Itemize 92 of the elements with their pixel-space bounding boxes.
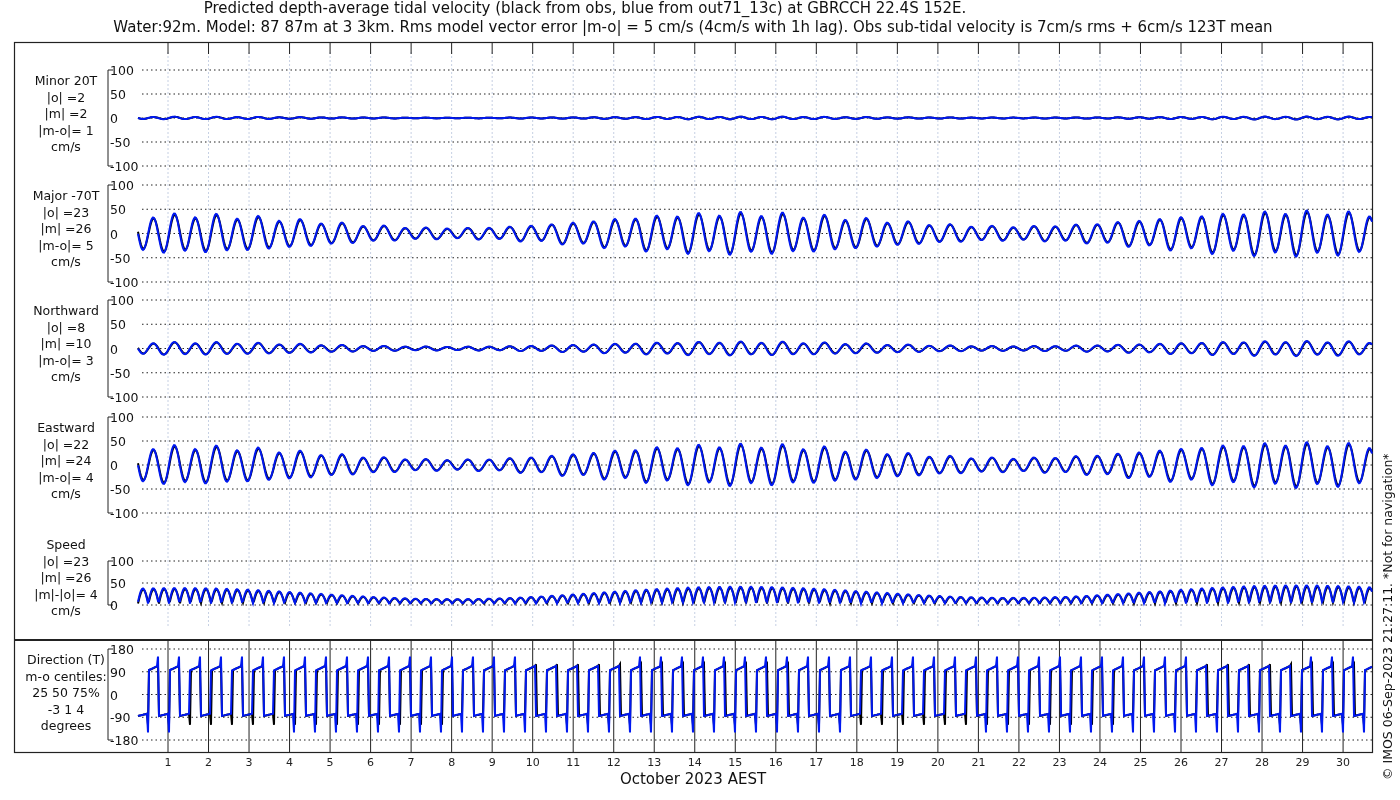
day-label: 14 [687, 756, 702, 769]
panel-label: |o| =22 [42, 436, 90, 452]
panel-label: |o| =23 [42, 204, 90, 220]
panel-label: |m| =10 [40, 336, 92, 351]
panel-label: Northward [33, 303, 99, 318]
panel-label: |m| =26 [40, 570, 92, 585]
panel-label: Minor 20T [34, 73, 98, 88]
day-label: 2 [205, 756, 212, 769]
y-tick-label: 50 [110, 202, 126, 218]
y-tick-label: 100 [110, 63, 134, 78]
y-tick-label: 50 [110, 317, 126, 333]
y-tick-label: -50 [110, 482, 131, 497]
copyright-note: © IMOS 06-Sep-2023 21:27:11. *Not for navigation* [1380, 453, 1395, 780]
panel-label: |o| =23 [42, 553, 90, 569]
chart-title: Water:92m. Model: 87 87m at 3 3km. Rms model vector error |m-o| = 5 cm/s (4cm/s with 1h lag). Obs sub-tidal velocity is 7cm/s rms + 6cm/s 123T mean [113, 18, 1273, 36]
y-tick-label: 100 [110, 410, 134, 425]
y-tick-label: 0 [110, 687, 118, 703]
panel-label: |m| =26 [40, 221, 92, 236]
y-tick-label: -100 [110, 159, 139, 174]
day-label: 17 [809, 756, 824, 769]
y-tick-label: 0 [110, 458, 118, 473]
panel-label: Eastward [37, 420, 95, 435]
y-tick-label: 50 [110, 87, 126, 102]
day-label: 20 [930, 756, 945, 769]
chart-title: Predicted depth-average tidal velocity (black from obs, blue from out71_13c) at GBRCCH 22.4S 152E. [203, 0, 967, 17]
day-label: 27 [1214, 756, 1229, 769]
y-tick-label: 180 [110, 642, 134, 657]
y-tick-label: -100 [110, 275, 139, 290]
axis-title: October 2023 AEST [619, 770, 767, 788]
y-tick-label: 100 [110, 178, 134, 193]
day-label: 6 [367, 756, 375, 769]
y-tick-label: 50 [110, 576, 126, 591]
panel-label: |m| =2 [44, 106, 88, 121]
day-label: 12 [606, 756, 621, 769]
day-label: 5 [326, 756, 334, 769]
panel-label: cm/s [51, 139, 81, 154]
day-label: 22 [1011, 756, 1026, 769]
panel-label: cm/s [51, 486, 81, 501]
y-tick-label: 0 [110, 111, 118, 126]
day-label: 24 [1092, 756, 1107, 769]
panel-label: cm/s [51, 254, 81, 269]
y-tick-label: -50 [110, 135, 131, 150]
day-label: 7 [407, 756, 415, 769]
day-label: 8 [448, 756, 456, 769]
day-label: 3 [245, 756, 253, 769]
day-label: 18 [849, 756, 864, 769]
y-tick-label: 0 [110, 341, 118, 357]
panel-label: 25 50 75% [32, 685, 100, 700]
y-tick-label: -100 [110, 506, 139, 521]
day-label: 13 [647, 756, 662, 769]
y-tick-label: -90 [110, 710, 131, 726]
y-tick-label: -50 [110, 365, 131, 381]
y-tick-label: -180 [110, 733, 139, 748]
y-tick-label: 100 [110, 554, 134, 569]
day-label: 11 [566, 756, 581, 769]
day-label: 21 [971, 756, 986, 769]
panel-label: cm/s [51, 603, 81, 618]
day-label: 28 [1255, 756, 1270, 769]
day-label: 4 [286, 756, 294, 769]
panel-label: Speed [46, 537, 86, 552]
day-label: 30 [1336, 756, 1351, 769]
panel-label: |o| =8 [46, 319, 86, 335]
day-label: 25 [1133, 756, 1148, 769]
panel-label: cm/s [51, 369, 81, 384]
day-label: 9 [488, 756, 496, 769]
day-label: 26 [1174, 756, 1188, 769]
day-label: 29 [1295, 756, 1310, 769]
panel-label: m-o centiles: [25, 668, 107, 684]
day-label: 1 [164, 756, 172, 769]
panel-label: |m-o|= 1 [38, 122, 94, 138]
panel-label: |o| =2 [46, 89, 86, 105]
day-label: 16 [768, 756, 783, 769]
y-tick-label: 0 [110, 598, 118, 613]
panel-label: |m-o|= 5 [38, 237, 94, 253]
panel-label: |m| =24 [40, 453, 92, 468]
day-label: 15 [728, 756, 743, 769]
y-tick-label: -100 [110, 390, 139, 405]
y-tick-label: 100 [110, 293, 134, 308]
y-tick-label: 90 [110, 664, 126, 680]
panel-label: |m-o|= 4 [38, 469, 94, 485]
y-tick-label: 0 [110, 226, 118, 242]
panel-label: degrees [40, 718, 92, 733]
day-label: 10 [525, 756, 540, 769]
panel-label: Direction (T) [27, 652, 105, 667]
panel-label: Major -70T [32, 188, 100, 203]
panel-label: |m-o|= 3 [38, 352, 94, 368]
day-label: 19 [890, 756, 905, 769]
day-label: 23 [1052, 756, 1067, 769]
y-tick-label: 50 [110, 434, 126, 449]
panel-label: |m|-|o|= 4 [34, 586, 98, 602]
panel-label: -3 1 4 [47, 701, 85, 717]
y-tick-label: -50 [110, 250, 131, 266]
